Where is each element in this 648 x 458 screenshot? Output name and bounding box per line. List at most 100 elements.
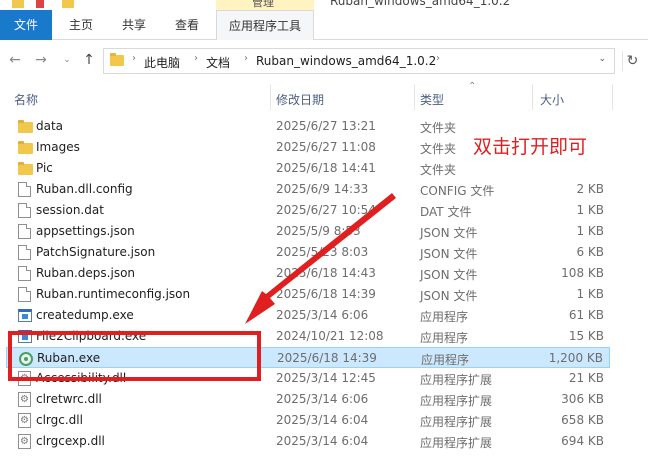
navigation-bar: ← → ⌄ ↑ › 此电脑 › 文档 › Ruban_windows_amd64… bbox=[0, 40, 648, 82]
column-divider[interactable] bbox=[414, 84, 415, 110]
folder-icon bbox=[12, 0, 24, 8]
file-size: 1 KB bbox=[576, 224, 604, 238]
exe-icon bbox=[18, 309, 32, 322]
file-row[interactable]: session.dat 2025/6/27 10:54 DAT 文件 1 KB bbox=[6, 200, 610, 221]
file-type: 文件夹 bbox=[420, 121, 457, 135]
column-header-size[interactable]: 大小 bbox=[540, 91, 564, 108]
file-name: data bbox=[36, 119, 64, 133]
file-row[interactable]: Pic 2025/6/18 14:41 文件夹 bbox=[6, 158, 610, 179]
file-icon bbox=[18, 203, 31, 218]
file-type: 文件夹 bbox=[420, 142, 457, 156]
file-row[interactable]: createdump.exe 2025/3/14 6:06 应用程序 61 KB bbox=[6, 305, 610, 326]
file-icon bbox=[18, 224, 31, 239]
file-name: clrgcexp.dll bbox=[36, 434, 105, 448]
file-date: 2025/6/9 14:33 bbox=[276, 182, 369, 196]
file-name: appsettings.json bbox=[36, 224, 135, 238]
file-name: clrgc.dll bbox=[36, 413, 83, 427]
file-date: 2025/5/23 8:03 bbox=[276, 245, 369, 259]
breadcrumb-current-folder[interactable]: Ruban_windows_amd64_1.0.2 bbox=[256, 54, 436, 68]
file-icon bbox=[18, 245, 31, 260]
file-row[interactable]: clretwrc.dll 2025/3/14 6:06 应用程序扩展 306 KB bbox=[6, 389, 610, 410]
file-size: 6 KB bbox=[576, 245, 604, 259]
checkmark-icon[interactable] bbox=[36, 0, 44, 8]
chevron-right-icon[interactable]: › bbox=[194, 53, 198, 64]
file-type: 文件夹 bbox=[420, 163, 457, 177]
file-row[interactable]: clrgc.dll 2025/3/14 6:04 应用程序扩展 658 KB bbox=[6, 410, 610, 431]
file-row[interactable]: Ruban.runtimeconfig.json 2025/6/18 14:39 J… bbox=[6, 284, 610, 305]
folder-icon[interactable] bbox=[62, 0, 74, 8]
tab-application-tools[interactable]: 应用程序工具 bbox=[216, 10, 314, 41]
dll-icon bbox=[18, 413, 31, 428]
column-divider[interactable] bbox=[532, 84, 533, 110]
manage-tab-label: 管理 bbox=[252, 0, 274, 9]
file-type: JSON 文件 bbox=[420, 268, 478, 282]
address-bar[interactable]: › 此电脑 › 文档 › Ruban_windows_amd64_1.0.2 ›… bbox=[103, 48, 615, 74]
file-type: 应用程序扩展 bbox=[420, 415, 493, 429]
file-row[interactable]: PatchSignature.json 2025/5/23 8:03 JSON 文件… bbox=[6, 242, 610, 263]
file-icon bbox=[18, 266, 31, 281]
column-header-date[interactable]: 修改日期 bbox=[276, 91, 324, 108]
file-row[interactable]: Ruban.dll.config 2025/6/9 14:33 CONFIG 文件 2… bbox=[6, 179, 610, 200]
folder-icon bbox=[18, 120, 33, 133]
tab-home[interactable]: 主页 bbox=[56, 10, 106, 40]
file-name: PatchSignature.json bbox=[36, 245, 156, 259]
file-name: session.dat bbox=[36, 203, 104, 217]
folder-icon bbox=[18, 141, 33, 154]
file-date: 2025/6/18 14:39 bbox=[276, 287, 376, 301]
back-arrow-icon[interactable]: ← bbox=[6, 51, 24, 69]
column-divider[interactable] bbox=[270, 84, 271, 110]
recent-locations-chevron-icon[interactable]: ⌄ bbox=[60, 51, 74, 69]
file-row[interactable]: Ruban.deps.json 2025/6/18 14:43 JSON 文件 108… bbox=[6, 263, 610, 284]
file-date: 2025/6/27 13:21 bbox=[276, 119, 376, 133]
file-date: 2025/6/18 14:41 bbox=[276, 161, 376, 175]
file-size: 21 KB bbox=[568, 371, 604, 385]
file-type: JSON 文件 bbox=[420, 226, 478, 240]
address-dropdown-chevron-icon[interactable]: ⌄ bbox=[598, 54, 606, 64]
file-date: 2025/3/14 6:04 bbox=[276, 434, 369, 448]
file-row[interactable]: appsettings.json 2025/5/9 8:53 JSON 文件 1 KB bbox=[6, 221, 610, 242]
file-size: 61 KB bbox=[568, 308, 604, 322]
file-type: DAT 文件 bbox=[420, 205, 472, 219]
file-name: Images bbox=[36, 140, 80, 154]
file-size: 306 KB bbox=[561, 392, 604, 406]
file-name: createdump.exe bbox=[36, 308, 134, 322]
column-header-type[interactable]: 类型 bbox=[420, 91, 444, 108]
file-name: Ruban.dll.config bbox=[36, 182, 133, 196]
chevron-right-icon[interactable]: › bbox=[132, 53, 136, 64]
file-date: 2025/5/9 8:53 bbox=[276, 224, 361, 238]
file-name: clretwrc.dll bbox=[36, 392, 102, 406]
annotation-text: 双击打开即可 bbox=[473, 136, 588, 158]
file-type: 应用程序扩展 bbox=[420, 394, 493, 408]
file-type: 应用程序扩展 bbox=[420, 373, 493, 387]
file-date: 2025/6/27 11:08 bbox=[276, 140, 376, 154]
file-date: 2025/6/18 14:43 bbox=[276, 266, 376, 280]
file-type: 应用程序 bbox=[420, 331, 469, 345]
file-row[interactable]: clrgcexp.dll 2025/3/14 6:04 应用程序扩展 694 KB bbox=[6, 431, 610, 452]
tab-file[interactable]: 文件 bbox=[0, 10, 52, 40]
sort-ascending-icon: ⌃ bbox=[468, 81, 477, 92]
chevron-right-icon[interactable]: › bbox=[436, 53, 440, 64]
file-type: 应用程序 bbox=[421, 353, 470, 367]
column-divider[interactable] bbox=[612, 84, 613, 110]
file-type: CONFIG 文件 bbox=[420, 184, 495, 198]
breadcrumb-documents[interactable]: 文档 bbox=[206, 54, 230, 71]
ribbon-tabs: 文件 主页 共享 查看 应用程序工具 bbox=[0, 10, 648, 41]
file-size: 15 KB bbox=[568, 329, 604, 343]
breadcrumb-this-pc[interactable]: 此电脑 bbox=[144, 54, 180, 71]
window-title: Ruban_windows_amd64_1.0.2 bbox=[330, 0, 511, 8]
file-size: 108 KB bbox=[561, 266, 604, 280]
column-header-name[interactable]: 名称 bbox=[14, 91, 38, 108]
file-date: 2025/6/18 14:39 bbox=[277, 351, 377, 365]
forward-arrow-icon[interactable]: → bbox=[32, 51, 50, 69]
chevron-right-icon[interactable]: › bbox=[244, 53, 248, 64]
file-date: 2025/6/27 10:54 bbox=[276, 203, 376, 217]
annotation-highlight-box bbox=[8, 331, 261, 381]
folder-icon bbox=[110, 53, 124, 66]
tab-share[interactable]: 共享 bbox=[108, 10, 160, 40]
file-size: 1,200 KB bbox=[548, 351, 603, 365]
tab-view[interactable]: 查看 bbox=[162, 10, 212, 40]
file-icon bbox=[18, 182, 31, 197]
up-arrow-icon[interactable]: ↑ bbox=[80, 51, 98, 69]
file-size: 694 KB bbox=[561, 434, 604, 448]
refresh-icon[interactable]: ↻ bbox=[622, 51, 642, 71]
